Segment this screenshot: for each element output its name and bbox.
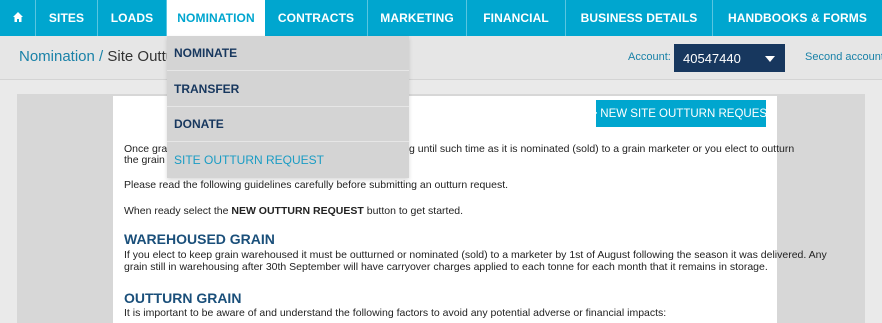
account-select[interactable]: 40547440 (674, 44, 785, 72)
get-started-bold: NEW OUTTURN REQUEST (231, 205, 364, 217)
nav-home[interactable] (0, 0, 36, 36)
warehoused-text-1: If you elect to keep grain warehoused it… (124, 249, 827, 261)
breadcrumb: Nomination / Site Outturn (19, 48, 187, 65)
guidelines-text: Please read the following guidelines car… (124, 179, 509, 191)
second-account-link[interactable]: Second account (805, 51, 882, 63)
plus-icon: + (587, 104, 598, 122)
top-navigation: SITES LOADS NOMINATION CONTRACTS MARKETI… (0, 0, 882, 36)
breadcrumb-parent[interactable]: Nomination / (19, 48, 103, 65)
menu-item-transfer[interactable]: TRANSFER (167, 72, 409, 107)
outturn-text: It is important to be aware of and under… (124, 307, 667, 319)
nav-business-details[interactable]: BUSINESS DETAILS (566, 0, 713, 36)
warehoused-text-2: grain still in warehousing after 30th Se… (124, 261, 768, 273)
home-icon (12, 11, 24, 26)
get-started-pre: When ready select the (124, 205, 232, 217)
nomination-dropdown-menu: NOMINATE TRANSFER DONATE SITE OUTTURN RE… (167, 36, 409, 178)
account-label: Account: (628, 51, 671, 63)
intro-text-b: g until such time as it is nominated (so… (409, 143, 795, 155)
outturn-grain-heading: OUTTURN GRAIN (124, 290, 242, 306)
get-started-post: button to get started. (363, 205, 464, 217)
nav-loads[interactable]: LOADS (98, 0, 167, 36)
menu-item-site-outturn-request[interactable]: SITE OUTTURN REQUEST (167, 142, 409, 177)
nav-handbooks-forms[interactable]: HANDBOOKS & FORMS (713, 0, 882, 36)
new-button-label: NEW SITE OUTTURN REQUEST (600, 107, 775, 120)
nav-nomination[interactable]: NOMINATION (167, 0, 265, 36)
get-started-text: When ready select the NEW OUTTURN REQUES… (124, 206, 463, 217)
nav-marketing[interactable]: MARKETING (368, 0, 467, 36)
nav-sites[interactable]: SITES (36, 0, 98, 36)
warehoused-grain-heading: WAREHOUSED GRAIN (124, 231, 275, 247)
menu-item-donate[interactable]: DONATE (167, 107, 409, 142)
account-value: 40547440 (683, 50, 741, 66)
menu-item-nominate[interactable]: NOMINATE (167, 36, 409, 71)
chevron-down-icon (765, 56, 775, 62)
intro-text-c: the grain f (124, 154, 171, 166)
nav-contracts[interactable]: CONTRACTS (265, 0, 368, 36)
new-site-outturn-request-button[interactable]: + NEW SITE OUTTURN REQUEST (588, 100, 774, 127)
nav-financial[interactable]: FINANCIAL (467, 0, 566, 36)
